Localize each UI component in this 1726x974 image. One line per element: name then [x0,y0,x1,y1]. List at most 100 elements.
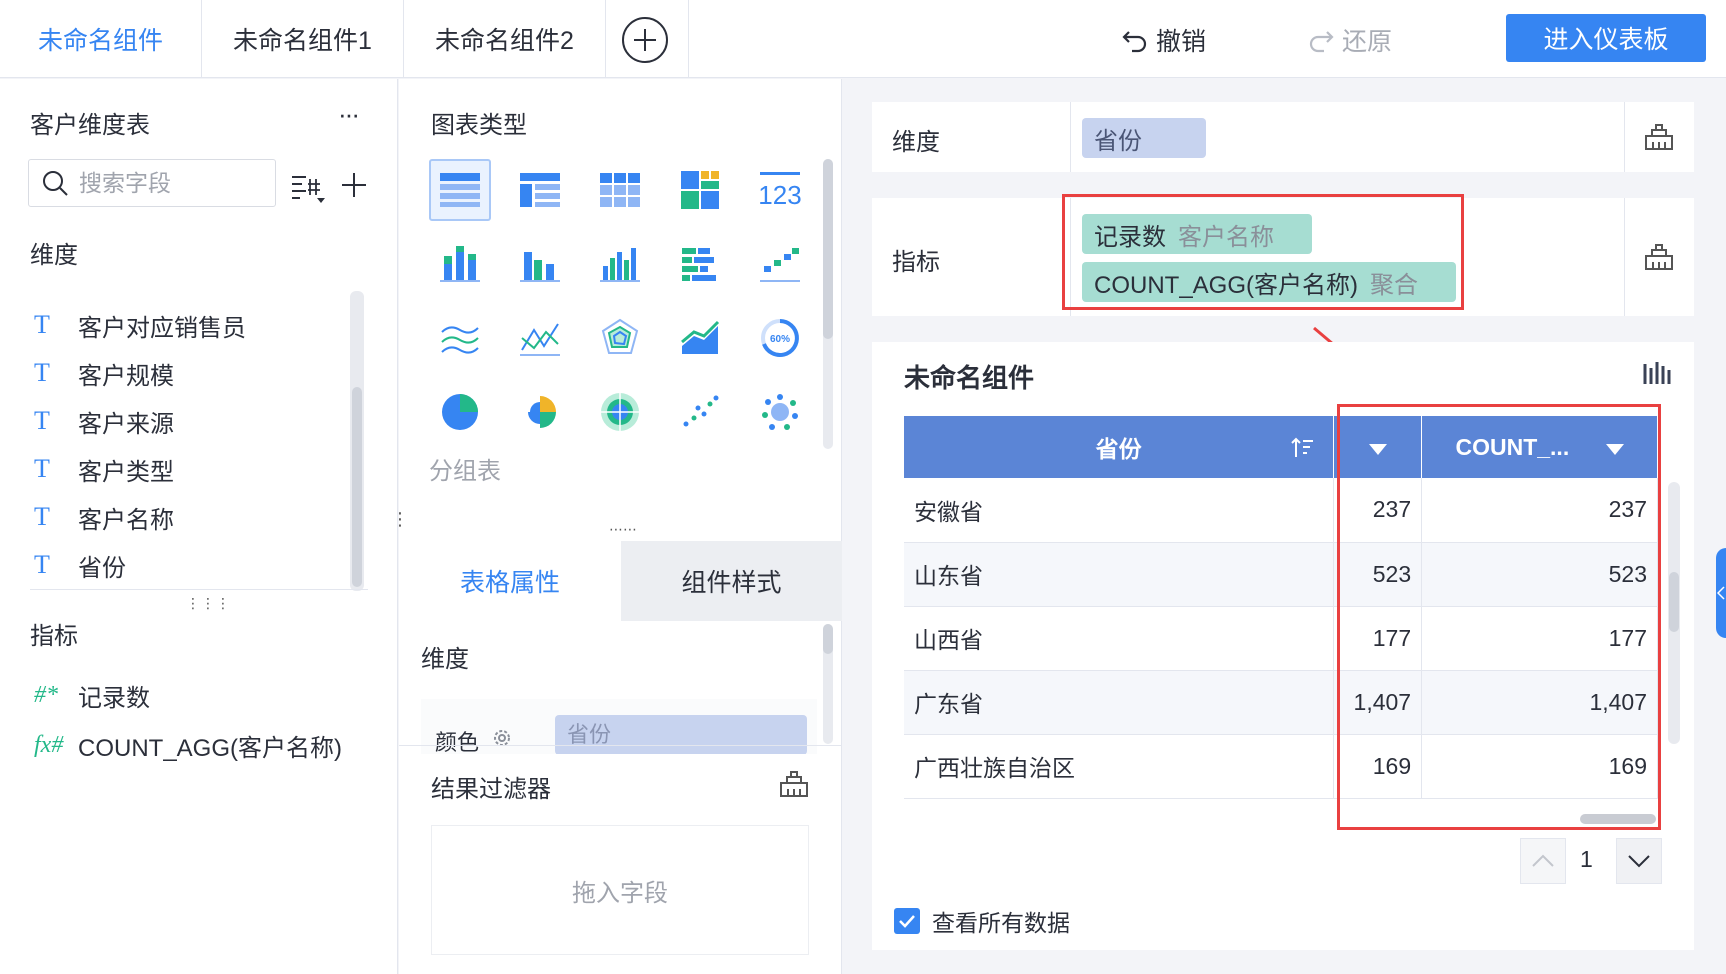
more-menu-button[interactable]: ··· [338,99,360,130]
pie-chart-button[interactable] [429,381,491,443]
view-all-data-toggle[interactable]: 查看所有数据 [894,904,1070,938]
dimension-field[interactable]: T 客户名称 [34,497,174,537]
kpi-number-icon: 123 [758,172,802,210]
redo-icon [1309,31,1334,53]
measure-settings-icon[interactable] [1644,242,1674,272]
line-chart-button[interactable] [429,307,491,369]
tab-component-2[interactable]: 未命名组件2 [404,0,606,78]
panel-drag-handle[interactable]: ⋮ [391,509,409,530]
text-type-icon: T [34,454,50,483]
checkbox[interactable] [894,908,920,934]
add-tab-button[interactable] [622,17,668,63]
grouped-table-icon [440,173,480,207]
radar-chart-button[interactable] [589,307,651,369]
grouped-table-chart-button[interactable] [429,159,491,221]
multi-bar-chart-button[interactable] [589,233,651,295]
cross-table-chart-button[interactable] [589,159,651,221]
annotation-box-measures [1062,194,1464,310]
bubble-chart-button[interactable] [749,381,811,443]
cell-province: 山东省 [904,542,1335,607]
color-field-pill[interactable]: 省份 [555,715,807,754]
tab-component-style[interactable]: 组件样式 [621,541,842,621]
formula-icon: fx# [34,731,64,758]
text-type-icon: T [34,310,50,339]
color-label: 颜色 [435,730,480,754]
dimension-field-pill[interactable]: 省份 [1082,118,1206,158]
dimension-field[interactable]: T 客户对应销售员 [34,305,246,345]
field-label: 省份 [78,554,126,582]
table-vertical-scrollbar[interactable] [1668,482,1680,744]
horizontal-bar-icon [682,248,716,281]
properties-scrollbar[interactable] [823,624,833,744]
pie-chart-icon [442,394,478,430]
filter-settings-icon[interactable] [779,769,809,799]
dimension-field[interactable]: T 客户类型 [34,449,174,489]
page-down-button[interactable] [1616,838,1662,884]
page-up-button[interactable] [1520,838,1566,884]
area-chart-button[interactable] [669,307,731,369]
treemap-icon [681,171,719,209]
sunburst-chart-button[interactable] [589,381,651,443]
resize-handle[interactable]: ⋯⋯ [609,521,637,538]
scatter-chart-button[interactable] [669,381,731,443]
field-list-scrollbar[interactable] [350,291,364,591]
dimension-field[interactable]: T 客户来源 [34,401,174,441]
measure-field[interactable]: fx# COUNT_AGG(客户名称) [34,725,342,765]
svg-text:60%: 60% [770,334,790,345]
polyline-chart-button[interactable] [509,307,571,369]
dimension-field[interactable]: T 客户规模 [34,353,174,393]
search-icon [43,171,68,196]
sort-icon[interactable] [1291,436,1315,460]
annotation-box-value-columns [1337,404,1661,830]
tab-table-properties[interactable]: 表格属性 [399,541,621,621]
dimension-config-row: 维度 省份 [872,102,1694,172]
treemap-chart-button[interactable] [669,159,731,221]
field-label: 客户来源 [78,410,174,438]
page-number: 1 [1580,846,1593,872]
rose-chart-button[interactable] [509,381,571,443]
group-bar-chart-button[interactable] [509,233,571,295]
kpi-chart-button[interactable]: 123 [749,159,811,221]
dimension-field[interactable]: T 省份 [34,545,126,585]
chart-view-icon[interactable] [1642,360,1674,388]
sort-field-icon[interactable] [290,171,326,205]
add-field-icon[interactable] [340,171,368,199]
property-dimension-label: 维度 [421,646,469,673]
redo-label: 还原 [1342,28,1393,56]
resize-handle[interactable]: ⋮⋮⋮ [186,595,231,612]
bubble-icon [762,394,798,430]
dimension-settings-icon[interactable] [1644,122,1674,152]
tab-component-1[interactable]: 未命名组件1 [202,0,404,78]
measure-field[interactable]: #* 记录数 [34,675,150,715]
dimension-config-label: 维度 [892,129,940,156]
chart-type-title: 图表类型 [431,112,527,139]
gauge-chart-button[interactable]: 60% [749,307,811,369]
chart-type-scrollbar[interactable] [823,159,833,449]
stacked-bar-icon [440,246,480,282]
search-input[interactable] [79,169,249,197]
search-field[interactable] [28,159,276,207]
stacked-bar-chart-button[interactable] [429,233,491,295]
polyline-chart-icon [520,323,560,356]
area-chart-icon [681,320,720,354]
preview-title: 未命名组件 [904,363,1035,393]
dimension-title: 维度 [30,242,78,269]
enter-dashboard-button[interactable]: 进入仪表板 [1506,14,1706,62]
svg-text:123: 123 [758,180,801,210]
plus-icon [634,29,656,51]
tab-component[interactable]: 未命名组件 [0,0,202,78]
cross-table-icon [600,173,640,207]
filter-drop-zone[interactable]: 拖入字段 [431,825,809,955]
column-header-province[interactable]: 省份 [904,416,1335,478]
waterfall-chart-button[interactable] [749,233,811,295]
top-bar: 未命名组件 未命名组件1 未命名组件2 撤销 还原 进入仪表板 [0,0,1726,78]
column-header-label: 省份 [1095,436,1142,462]
horizontal-bar-chart-button[interactable] [669,233,731,295]
redo-button[interactable]: 还原 [1306,20,1392,60]
measure-config-label: 指标 [892,249,940,276]
undo-button[interactable]: 撤销 [1120,20,1206,60]
detail-table-chart-button[interactable] [509,159,571,221]
waterfall-icon [760,248,800,282]
text-type-icon: T [34,406,50,435]
collapse-panel-handle[interactable] [1716,548,1726,638]
